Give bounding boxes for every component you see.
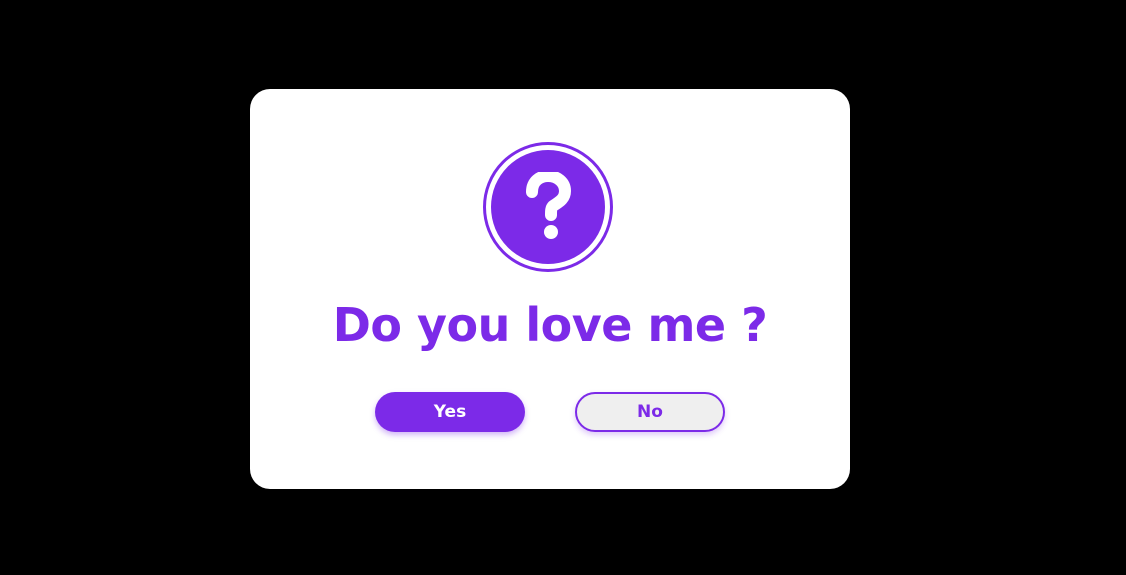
question-dialog: Do you love me ? Yes No: [250, 89, 850, 489]
yes-button[interactable]: Yes: [375, 392, 525, 432]
question-mark-icon: [491, 150, 605, 264]
no-button[interactable]: No: [575, 392, 725, 432]
dialog-title: Do you love me ?: [332, 298, 768, 352]
question-icon-ring: [483, 142, 613, 272]
